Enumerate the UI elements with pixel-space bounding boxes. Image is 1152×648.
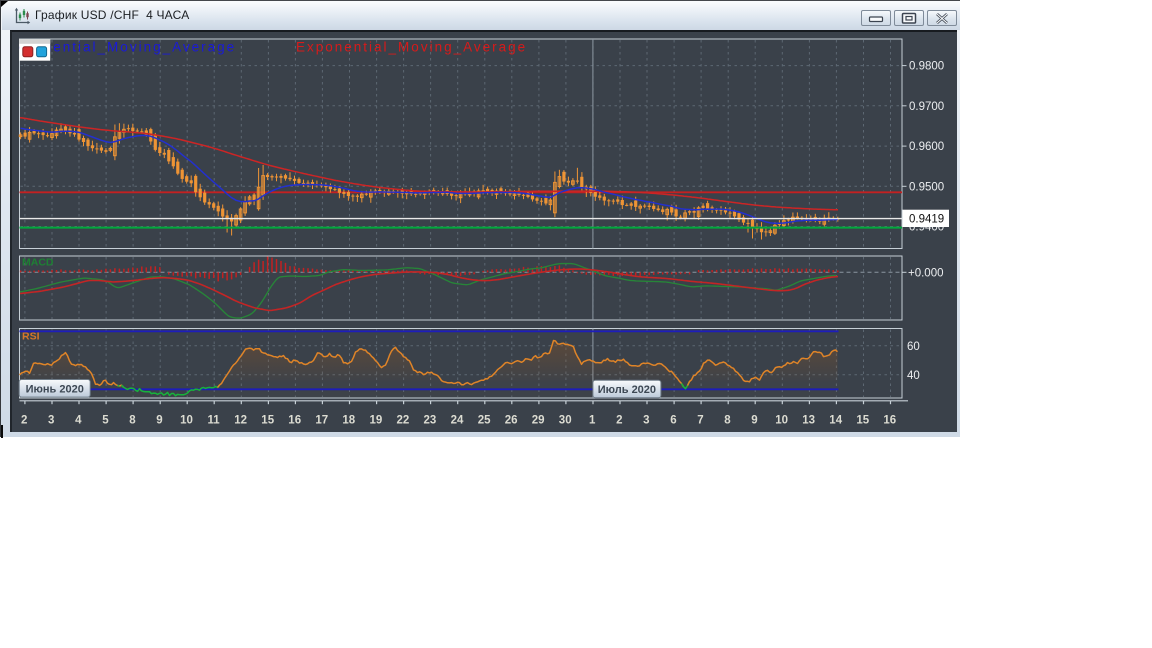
svg-text:9: 9 xyxy=(156,415,162,427)
svg-text:40: 40 xyxy=(907,370,920,382)
svg-text:6: 6 xyxy=(670,415,676,427)
svg-text:Июнь 2020: Июнь 2020 xyxy=(26,384,84,396)
svg-text:26: 26 xyxy=(505,415,518,427)
svg-text:Exponential_Moving_Average: Exponential_Moving_Average xyxy=(296,40,527,55)
svg-text:16: 16 xyxy=(883,415,896,427)
svg-text:0.9700: 0.9700 xyxy=(909,101,944,113)
svg-text:10: 10 xyxy=(180,415,193,427)
svg-text:14: 14 xyxy=(829,415,842,427)
svg-text:3: 3 xyxy=(48,415,54,427)
svg-text:9: 9 xyxy=(751,415,757,427)
svg-text:3: 3 xyxy=(643,415,649,427)
svg-text:29: 29 xyxy=(532,415,545,427)
svg-text:19: 19 xyxy=(370,415,383,427)
svg-text:15: 15 xyxy=(261,415,274,427)
svg-text:12: 12 xyxy=(234,415,247,427)
svg-text:15: 15 xyxy=(856,415,869,427)
svg-text:10: 10 xyxy=(775,415,788,427)
svg-text:8: 8 xyxy=(129,415,136,427)
svg-text:60: 60 xyxy=(907,341,920,353)
svg-text:1: 1 xyxy=(589,415,596,427)
svg-text:0.9600: 0.9600 xyxy=(909,141,944,153)
svg-text:0.9500: 0.9500 xyxy=(909,181,944,193)
svg-text:23: 23 xyxy=(424,415,437,427)
svg-text:8: 8 xyxy=(724,415,731,427)
svg-text:2: 2 xyxy=(616,415,622,427)
svg-text:Июль 2020: Июль 2020 xyxy=(598,384,656,396)
svg-text:30: 30 xyxy=(559,415,572,427)
svg-text:MACD: MACD xyxy=(22,257,54,269)
svg-text:0.9419: 0.9419 xyxy=(909,213,944,225)
svg-text:24: 24 xyxy=(451,415,464,427)
svg-text:4: 4 xyxy=(75,415,82,427)
svg-text:2: 2 xyxy=(21,415,27,427)
svg-text:5: 5 xyxy=(102,415,109,427)
svg-text:22: 22 xyxy=(397,415,410,427)
svg-text:0.9800: 0.9800 xyxy=(909,61,944,73)
svg-text:13: 13 xyxy=(802,415,815,427)
svg-text:17: 17 xyxy=(315,415,328,427)
svg-text:7: 7 xyxy=(697,415,703,427)
svg-text:RSI: RSI xyxy=(22,331,40,343)
svg-text:+0.000: +0.000 xyxy=(908,267,944,279)
svg-text:11: 11 xyxy=(208,415,221,427)
svg-text:16: 16 xyxy=(288,415,301,427)
svg-text:25: 25 xyxy=(478,415,491,427)
svg-text:18: 18 xyxy=(342,415,355,427)
